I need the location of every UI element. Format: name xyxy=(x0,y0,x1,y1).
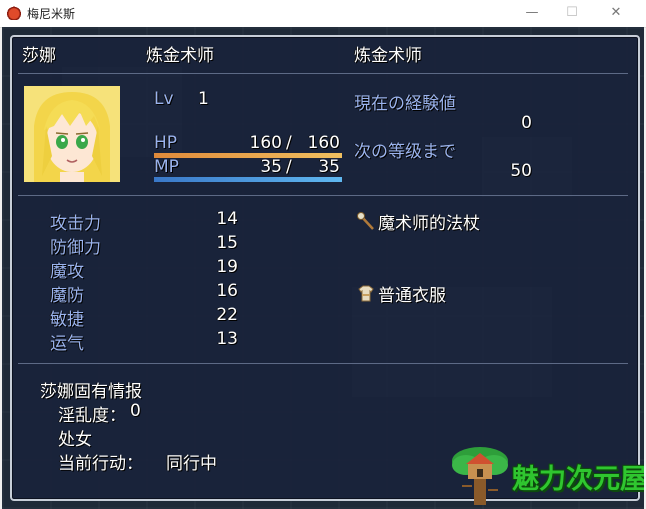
game-screen: 莎娜 炼金术师 炼金术师 Lv 1 HP 160 / 160 MP 35 / 3… xyxy=(2,27,644,509)
app-icon xyxy=(7,6,21,20)
param-label-luk: 运气 xyxy=(50,334,84,354)
param-label-agi: 敏捷 xyxy=(50,310,84,330)
actor-name: 莎娜 xyxy=(22,46,56,66)
treehouse-icon xyxy=(452,447,508,505)
title-bar: 梅尼米斯 — ☐ ✕ xyxy=(0,0,646,28)
param-label-mdf: 魔防 xyxy=(50,286,84,306)
mp-gauge xyxy=(154,177,342,182)
hp-current: 160 xyxy=(249,133,282,153)
current-action-value: 同行中 xyxy=(166,454,217,474)
mp-label: MP xyxy=(154,157,179,177)
current-action-label: 当前行动： xyxy=(58,454,143,474)
param-value-def: 15 xyxy=(216,233,238,253)
level-value: 1 xyxy=(198,89,209,109)
param-label-atk: 攻击力 xyxy=(50,214,101,234)
current-exp-label: 現在の経験値 xyxy=(354,94,456,114)
mp-separator: / xyxy=(286,157,292,177)
lewdness-label: 淫乱度： xyxy=(58,406,126,426)
param-value-luk: 13 xyxy=(216,329,238,349)
status-text: 处女 xyxy=(58,430,92,450)
minimize-button[interactable]: — xyxy=(512,0,552,27)
equip-armor-name: 普通衣服 xyxy=(378,286,446,306)
next-level-value: 50 xyxy=(510,161,532,181)
hp-max: 160 xyxy=(307,133,340,153)
divider xyxy=(18,195,628,196)
site-watermark-logo: 魅力次元屋 xyxy=(448,443,644,509)
current-exp-value: 0 xyxy=(521,113,532,133)
lewdness-value: 0 xyxy=(130,401,141,421)
divider xyxy=(18,363,628,364)
face-image xyxy=(24,86,120,182)
clothes-icon xyxy=(356,283,376,303)
param-value-mat: 19 xyxy=(216,257,238,277)
maximize-button[interactable]: ☐ xyxy=(552,0,592,27)
next-level-label: 次の等级まで xyxy=(354,142,456,162)
param-label-mat: 魔攻 xyxy=(50,262,84,282)
staff-icon xyxy=(356,211,376,231)
profile-title: 莎娜固有情报 xyxy=(40,382,142,402)
level-label: Lv xyxy=(154,89,174,109)
divider xyxy=(18,73,628,74)
actor-nickname: 炼金术师 xyxy=(354,46,422,66)
window-title: 梅尼米斯 xyxy=(27,7,76,21)
param-value-atk: 14 xyxy=(216,209,238,229)
hp-label: HP xyxy=(154,133,178,153)
param-value-mdf: 16 xyxy=(216,281,238,301)
actor-face-portrait xyxy=(24,86,120,182)
param-label-def: 防御力 xyxy=(50,238,101,258)
hp-separator: / xyxy=(286,133,292,153)
param-value-agi: 22 xyxy=(216,305,238,325)
equip-weapon-name: 魔术师的法杖 xyxy=(378,214,480,234)
mp-gauge-fill xyxy=(154,177,342,182)
mp-current: 35 xyxy=(260,157,282,177)
watermark-text: 魅力次元屋 xyxy=(512,464,644,495)
mp-max: 35 xyxy=(318,157,340,177)
close-button[interactable]: ✕ xyxy=(596,0,636,27)
actor-class: 炼金术师 xyxy=(146,46,214,66)
status-window: 莎娜 炼金术师 炼金术师 Lv 1 HP 160 / 160 MP 35 / 3… xyxy=(10,35,640,501)
